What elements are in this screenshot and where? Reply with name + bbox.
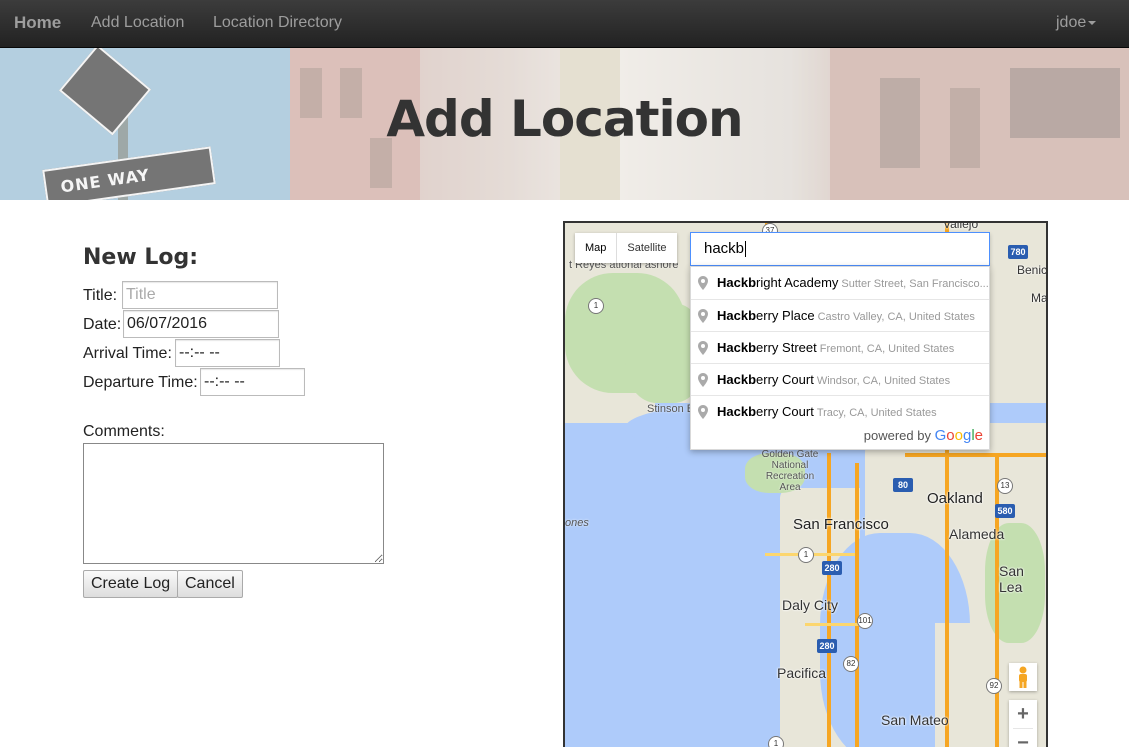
map-road-80: [905, 453, 1046, 457]
nav-location-directory-link[interactable]: Location Directory: [213, 14, 342, 32]
map-shield-780: 780: [1008, 245, 1028, 259]
map-type-map-button[interactable]: Map: [575, 233, 616, 263]
arrival-time-label: Arrival Time:: [83, 345, 172, 362]
zoom-control: + −: [1009, 700, 1037, 747]
autocomplete-rest: erry Court: [756, 372, 814, 387]
user-menu-dropdown[interactable]: jdoe: [1056, 14, 1097, 32]
map-label-benicia: Benic: [1017, 263, 1048, 277]
street-view-pegman[interactable]: [1009, 663, 1037, 691]
location-pin-icon: [698, 373, 708, 387]
google-logo: Google: [934, 427, 983, 444]
map-search-value: hackb: [704, 240, 745, 257]
autocomplete-item[interactable]: Hackberry Place Castro Valley, CA, United…: [691, 299, 989, 331]
map-shield-280: 280: [822, 561, 842, 575]
autocomplete-rest: erry Street: [756, 340, 817, 355]
autocomplete-match: Hackb: [717, 275, 757, 290]
map-road-580: [995, 453, 999, 747]
map-label-san-mateo: San Mateo: [881, 712, 949, 728]
map-shield-1: 1: [588, 298, 604, 314]
powered-by-google: powered by Google: [691, 427, 989, 449]
map[interactable]: t Reyes ational ashore Stinson B Golden …: [563, 221, 1048, 747]
map-shield-92: 92: [986, 678, 1002, 694]
map-label-san-francisco: San Francisco: [793, 516, 889, 533]
map-shield-82: 82: [843, 656, 859, 672]
autocomplete-item[interactable]: Hackbright Academy Sutter Street, San Fra…: [691, 267, 989, 299]
caret-down-icon: [1088, 20, 1097, 25]
hero-banner: ONE WAY Add Location: [0, 48, 1129, 200]
map-label-oakland: Oakland: [927, 490, 983, 507]
text-cursor: [745, 241, 747, 258]
map-type-satellite-button[interactable]: Satellite: [617, 233, 676, 263]
autocomplete-match: Hackb: [717, 404, 757, 419]
autocomplete-secondary: Castro Valley, CA, United States: [817, 311, 975, 323]
powered-by-text: powered by: [863, 428, 931, 443]
autocomplete-rest: right Academy: [756, 275, 839, 290]
nav-add-location-link[interactable]: Add Location: [91, 14, 184, 32]
location-pin-icon: [698, 276, 708, 290]
autocomplete-match: Hackb: [717, 308, 757, 323]
comments-textarea[interactable]: [83, 443, 384, 564]
user-name: jdoe: [1056, 14, 1087, 31]
autocomplete-item[interactable]: Hackberry Court Tracy, CA, United States: [691, 395, 989, 427]
location-pin-icon: [698, 309, 708, 323]
autocomplete-match: Hackb: [717, 372, 757, 387]
map-shield-1b: 1: [798, 547, 814, 563]
autocomplete-dropdown: Hackbright Academy Sutter Street, San Fra…: [690, 266, 990, 450]
location-pin-icon: [698, 341, 708, 355]
map-shield-580: 580: [995, 504, 1015, 518]
autocomplete-item[interactable]: Hackberry Court Windsor, CA, United State…: [691, 363, 989, 395]
map-shield-13: 13: [997, 478, 1013, 494]
date-input[interactable]: [123, 310, 279, 338]
map-label-vallejo: Vallejo: [943, 221, 979, 231]
cancel-button[interactable]: Cancel: [177, 570, 243, 598]
location-pin-icon: [698, 405, 708, 419]
departure-time-input[interactable]: [200, 368, 305, 396]
departure-time-label: Departure Time:: [83, 374, 198, 391]
map-label-san-leandro: San Lea: [999, 563, 1024, 595]
autocomplete-secondary: Fremont, CA, United States: [819, 343, 955, 355]
autocomplete-secondary: Windsor, CA, United States: [816, 375, 951, 387]
autocomplete-secondary: Sutter Street, San Francisco...: [841, 278, 989, 290]
arrival-time-input[interactable]: [175, 339, 280, 367]
map-search-input[interactable]: hackb: [690, 232, 990, 266]
pegman-icon: [1019, 666, 1027, 688]
navbar: Home Add Location Location Directory jdo…: [0, 0, 1129, 48]
map-road-101: [855, 463, 859, 747]
comments-label: Comments:: [83, 423, 165, 440]
map-label-stinson: Stinson B: [647, 403, 695, 415]
map-label-farallones: ones: [565, 517, 589, 529]
nav-home-link[interactable]: Home: [14, 13, 61, 33]
map-shield-80: 80: [893, 478, 913, 492]
autocomplete-match: Hackb: [717, 340, 757, 355]
map-shield-1c: 1: [768, 736, 784, 747]
page-title: Add Location: [386, 90, 743, 148]
map-shield-101: 101: [857, 613, 873, 629]
title-label: Title:: [83, 287, 118, 304]
map-label-alameda: Alameda: [949, 526, 1005, 542]
map-label-daly-city: Daly City: [782, 597, 839, 613]
autocomplete-rest: erry Court: [756, 404, 814, 419]
title-input[interactable]: [122, 281, 278, 309]
map-label-martinez: Ma: [1031, 291, 1048, 305]
map-label-golden-gate: Golden Gate National Recreation Area: [761, 449, 819, 493]
zoom-in-button[interactable]: +: [1009, 700, 1037, 728]
autocomplete-item[interactable]: Hackberry Street Fremont, CA, United Stat…: [691, 331, 989, 363]
create-log-button[interactable]: Create Log: [83, 570, 179, 598]
autocomplete-secondary: Tracy, CA, United States: [816, 407, 937, 419]
map-type-control: Map Satellite: [575, 233, 677, 263]
zoom-out-button[interactable]: −: [1009, 729, 1037, 747]
map-label-pacifica: Pacifica: [777, 665, 827, 681]
date-label: Date:: [83, 316, 122, 333]
map-shield-280b: 280: [817, 639, 837, 653]
form-heading: New Log:: [83, 245, 198, 270]
autocomplete-rest: erry Place: [756, 308, 815, 323]
map-road-local-3: [805, 623, 865, 626]
